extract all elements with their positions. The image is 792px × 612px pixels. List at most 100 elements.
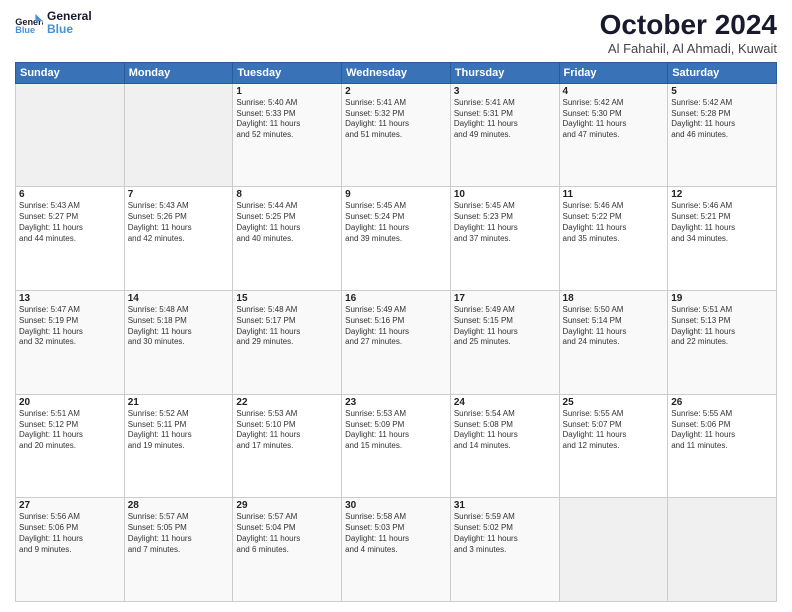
calendar-cell: 16Sunrise: 5:49 AM Sunset: 5:16 PM Dayli…	[342, 291, 451, 395]
calendar-cell: 23Sunrise: 5:53 AM Sunset: 5:09 PM Dayli…	[342, 394, 451, 498]
calendar-cell	[16, 83, 125, 187]
calendar-cell	[124, 83, 233, 187]
day-info: Sunrise: 5:49 AM Sunset: 5:15 PM Dayligh…	[454, 305, 556, 348]
calendar-week-1: 1Sunrise: 5:40 AM Sunset: 5:33 PM Daylig…	[16, 83, 777, 187]
calendar-cell: 14Sunrise: 5:48 AM Sunset: 5:18 PM Dayli…	[124, 291, 233, 395]
calendar-table: Sunday Monday Tuesday Wednesday Thursday…	[15, 62, 777, 602]
calendar-cell: 6Sunrise: 5:43 AM Sunset: 5:27 PM Daylig…	[16, 187, 125, 291]
calendar-week-3: 13Sunrise: 5:47 AM Sunset: 5:19 PM Dayli…	[16, 291, 777, 395]
calendar-cell: 11Sunrise: 5:46 AM Sunset: 5:22 PM Dayli…	[559, 187, 668, 291]
day-number: 23	[345, 397, 447, 408]
col-tuesday: Tuesday	[233, 62, 342, 83]
day-info: Sunrise: 5:42 AM Sunset: 5:30 PM Dayligh…	[563, 98, 665, 141]
page: General Blue General Blue October 2024 A…	[0, 0, 792, 612]
calendar-cell: 26Sunrise: 5:55 AM Sunset: 5:06 PM Dayli…	[668, 394, 777, 498]
day-number: 2	[345, 86, 447, 97]
day-number: 25	[563, 397, 665, 408]
day-info: Sunrise: 5:57 AM Sunset: 5:05 PM Dayligh…	[128, 512, 230, 555]
day-info: Sunrise: 5:46 AM Sunset: 5:21 PM Dayligh…	[671, 201, 773, 244]
calendar-header-row: Sunday Monday Tuesday Wednesday Thursday…	[16, 62, 777, 83]
day-info: Sunrise: 5:51 AM Sunset: 5:12 PM Dayligh…	[19, 409, 121, 452]
day-info: Sunrise: 5:57 AM Sunset: 5:04 PM Dayligh…	[236, 512, 338, 555]
day-number: 20	[19, 397, 121, 408]
day-info: Sunrise: 5:48 AM Sunset: 5:17 PM Dayligh…	[236, 305, 338, 348]
day-number: 1	[236, 86, 338, 97]
title-block: October 2024 Al Fahahil, Al Ahmadi, Kuwa…	[600, 10, 777, 56]
day-number: 28	[128, 500, 230, 511]
calendar-cell: 25Sunrise: 5:55 AM Sunset: 5:07 PM Dayli…	[559, 394, 668, 498]
day-info: Sunrise: 5:42 AM Sunset: 5:28 PM Dayligh…	[671, 98, 773, 141]
day-number: 31	[454, 500, 556, 511]
day-info: Sunrise: 5:44 AM Sunset: 5:25 PM Dayligh…	[236, 201, 338, 244]
calendar-cell: 5Sunrise: 5:42 AM Sunset: 5:28 PM Daylig…	[668, 83, 777, 187]
day-info: Sunrise: 5:52 AM Sunset: 5:11 PM Dayligh…	[128, 409, 230, 452]
calendar-cell: 12Sunrise: 5:46 AM Sunset: 5:21 PM Dayli…	[668, 187, 777, 291]
calendar-cell: 13Sunrise: 5:47 AM Sunset: 5:19 PM Dayli…	[16, 291, 125, 395]
calendar-cell: 3Sunrise: 5:41 AM Sunset: 5:31 PM Daylig…	[450, 83, 559, 187]
day-number: 4	[563, 86, 665, 97]
calendar-cell: 27Sunrise: 5:56 AM Sunset: 5:06 PM Dayli…	[16, 498, 125, 602]
calendar-cell: 29Sunrise: 5:57 AM Sunset: 5:04 PM Dayli…	[233, 498, 342, 602]
day-info: Sunrise: 5:53 AM Sunset: 5:09 PM Dayligh…	[345, 409, 447, 452]
col-friday: Friday	[559, 62, 668, 83]
col-saturday: Saturday	[668, 62, 777, 83]
day-number: 11	[563, 189, 665, 200]
calendar-week-5: 27Sunrise: 5:56 AM Sunset: 5:06 PM Dayli…	[16, 498, 777, 602]
calendar-cell: 21Sunrise: 5:52 AM Sunset: 5:11 PM Dayli…	[124, 394, 233, 498]
day-info: Sunrise: 5:56 AM Sunset: 5:06 PM Dayligh…	[19, 512, 121, 555]
calendar-cell: 19Sunrise: 5:51 AM Sunset: 5:13 PM Dayli…	[668, 291, 777, 395]
day-number: 8	[236, 189, 338, 200]
calendar-cell: 8Sunrise: 5:44 AM Sunset: 5:25 PM Daylig…	[233, 187, 342, 291]
calendar-cell: 15Sunrise: 5:48 AM Sunset: 5:17 PM Dayli…	[233, 291, 342, 395]
day-info: Sunrise: 5:50 AM Sunset: 5:14 PM Dayligh…	[563, 305, 665, 348]
day-number: 13	[19, 293, 121, 304]
col-thursday: Thursday	[450, 62, 559, 83]
col-monday: Monday	[124, 62, 233, 83]
day-number: 21	[128, 397, 230, 408]
day-info: Sunrise: 5:45 AM Sunset: 5:23 PM Dayligh…	[454, 201, 556, 244]
day-number: 15	[236, 293, 338, 304]
day-info: Sunrise: 5:49 AM Sunset: 5:16 PM Dayligh…	[345, 305, 447, 348]
calendar-cell: 22Sunrise: 5:53 AM Sunset: 5:10 PM Dayli…	[233, 394, 342, 498]
day-info: Sunrise: 5:40 AM Sunset: 5:33 PM Dayligh…	[236, 98, 338, 141]
day-info: Sunrise: 5:41 AM Sunset: 5:32 PM Dayligh…	[345, 98, 447, 141]
calendar-cell: 17Sunrise: 5:49 AM Sunset: 5:15 PM Dayli…	[450, 291, 559, 395]
logo-icon: General Blue	[15, 12, 43, 34]
calendar-cell: 28Sunrise: 5:57 AM Sunset: 5:05 PM Dayli…	[124, 498, 233, 602]
calendar-cell: 18Sunrise: 5:50 AM Sunset: 5:14 PM Dayli…	[559, 291, 668, 395]
header: General Blue General Blue October 2024 A…	[15, 10, 777, 56]
day-info: Sunrise: 5:43 AM Sunset: 5:26 PM Dayligh…	[128, 201, 230, 244]
day-number: 7	[128, 189, 230, 200]
day-info: Sunrise: 5:41 AM Sunset: 5:31 PM Dayligh…	[454, 98, 556, 141]
calendar-week-2: 6Sunrise: 5:43 AM Sunset: 5:27 PM Daylig…	[16, 187, 777, 291]
day-number: 24	[454, 397, 556, 408]
location-subtitle: Al Fahahil, Al Ahmadi, Kuwait	[600, 41, 777, 56]
day-number: 18	[563, 293, 665, 304]
calendar-week-4: 20Sunrise: 5:51 AM Sunset: 5:12 PM Dayli…	[16, 394, 777, 498]
day-info: Sunrise: 5:59 AM Sunset: 5:02 PM Dayligh…	[454, 512, 556, 555]
day-number: 16	[345, 293, 447, 304]
day-info: Sunrise: 5:43 AM Sunset: 5:27 PM Dayligh…	[19, 201, 121, 244]
day-number: 5	[671, 86, 773, 97]
day-number: 6	[19, 189, 121, 200]
day-info: Sunrise: 5:53 AM Sunset: 5:10 PM Dayligh…	[236, 409, 338, 452]
month-title: October 2024	[600, 10, 777, 41]
calendar-cell: 20Sunrise: 5:51 AM Sunset: 5:12 PM Dayli…	[16, 394, 125, 498]
svg-text:Blue: Blue	[15, 25, 35, 34]
day-number: 22	[236, 397, 338, 408]
day-number: 27	[19, 500, 121, 511]
day-info: Sunrise: 5:54 AM Sunset: 5:08 PM Dayligh…	[454, 409, 556, 452]
logo-line2: Blue	[47, 23, 92, 36]
calendar-cell: 1Sunrise: 5:40 AM Sunset: 5:33 PM Daylig…	[233, 83, 342, 187]
day-info: Sunrise: 5:51 AM Sunset: 5:13 PM Dayligh…	[671, 305, 773, 348]
day-info: Sunrise: 5:55 AM Sunset: 5:06 PM Dayligh…	[671, 409, 773, 452]
calendar-cell: 2Sunrise: 5:41 AM Sunset: 5:32 PM Daylig…	[342, 83, 451, 187]
calendar-cell: 30Sunrise: 5:58 AM Sunset: 5:03 PM Dayli…	[342, 498, 451, 602]
calendar-cell: 4Sunrise: 5:42 AM Sunset: 5:30 PM Daylig…	[559, 83, 668, 187]
day-info: Sunrise: 5:46 AM Sunset: 5:22 PM Dayligh…	[563, 201, 665, 244]
day-number: 26	[671, 397, 773, 408]
day-number: 29	[236, 500, 338, 511]
day-number: 9	[345, 189, 447, 200]
day-number: 12	[671, 189, 773, 200]
calendar-cell	[668, 498, 777, 602]
